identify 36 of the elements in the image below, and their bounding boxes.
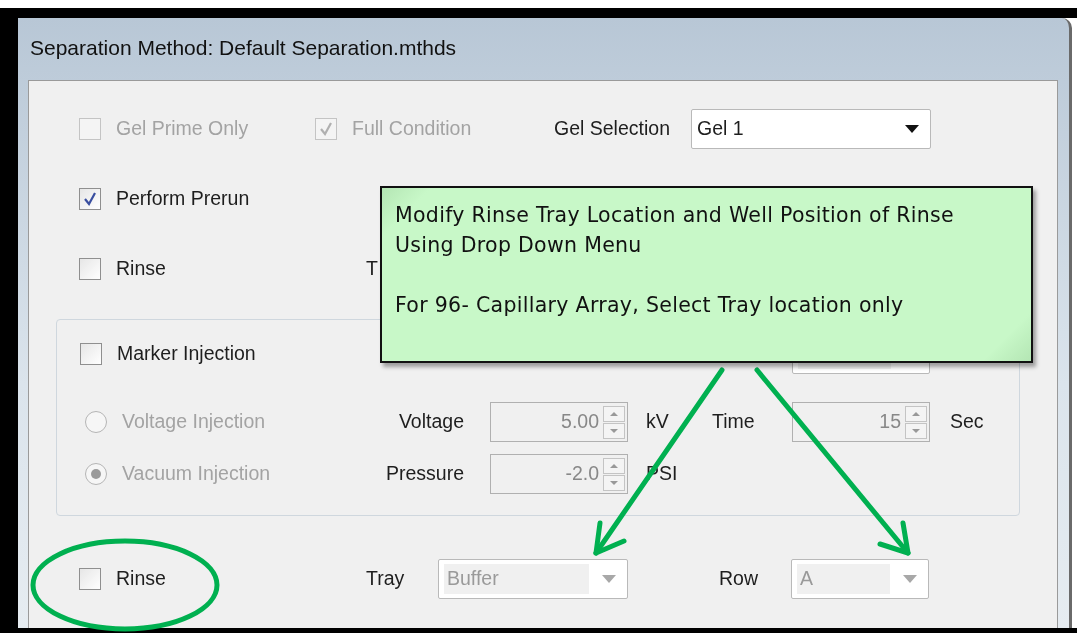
dropdown[interactable]: Gel 1 bbox=[691, 109, 931, 149]
field-label: Time bbox=[711, 409, 756, 435]
checkmark-icon bbox=[318, 121, 334, 137]
checkbox-label: Rinse bbox=[116, 566, 166, 592]
checkbox-label: Marker Injection bbox=[117, 341, 256, 367]
callout-text: For 96- Capillary Array, Select Tray location only bbox=[395, 292, 905, 319]
down-arrow-icon bbox=[609, 479, 619, 486]
checkbox-label: Full Condition bbox=[352, 116, 472, 142]
checkmark-icon bbox=[82, 191, 98, 207]
checkbox[interactable] bbox=[79, 258, 101, 280]
up-arrow-icon bbox=[609, 462, 619, 469]
checkbox-label: Perform Prerun bbox=[116, 186, 250, 212]
field-label: Row bbox=[719, 566, 759, 592]
checkbox-label: Gel Prime Only bbox=[116, 116, 249, 142]
checkbox-label: Rinse bbox=[116, 256, 166, 282]
down-arrow-icon bbox=[609, 427, 619, 434]
field-label: Gel Selection bbox=[554, 116, 671, 142]
callout-text: Modify Rinse Tray Location and Well Position of Rinse Using Drop Down Menu bbox=[395, 202, 955, 259]
radio-label: Voltage Injection bbox=[122, 409, 266, 435]
caret-icon bbox=[904, 124, 920, 134]
caret-icon bbox=[601, 574, 617, 584]
checkbox[interactable] bbox=[79, 188, 101, 210]
field-label: T bbox=[366, 256, 378, 282]
caret-icon bbox=[902, 574, 918, 584]
checkbox[interactable] bbox=[79, 568, 101, 590]
window-title: Separation Method: Default Separation.mthds bbox=[29, 35, 458, 61]
field-label: Tray bbox=[366, 566, 406, 592]
unit-label: kV bbox=[645, 409, 670, 435]
field-label: Voltage bbox=[397, 409, 464, 435]
up-arrow-icon bbox=[609, 410, 619, 417]
radio-label: Vacuum Injection bbox=[122, 461, 271, 487]
unit-label: Sec bbox=[949, 409, 985, 435]
checkbox[interactable] bbox=[80, 343, 102, 365]
up-arrow-icon bbox=[911, 410, 921, 417]
field-label: Pressure bbox=[384, 461, 464, 487]
down-arrow-icon bbox=[911, 427, 921, 434]
